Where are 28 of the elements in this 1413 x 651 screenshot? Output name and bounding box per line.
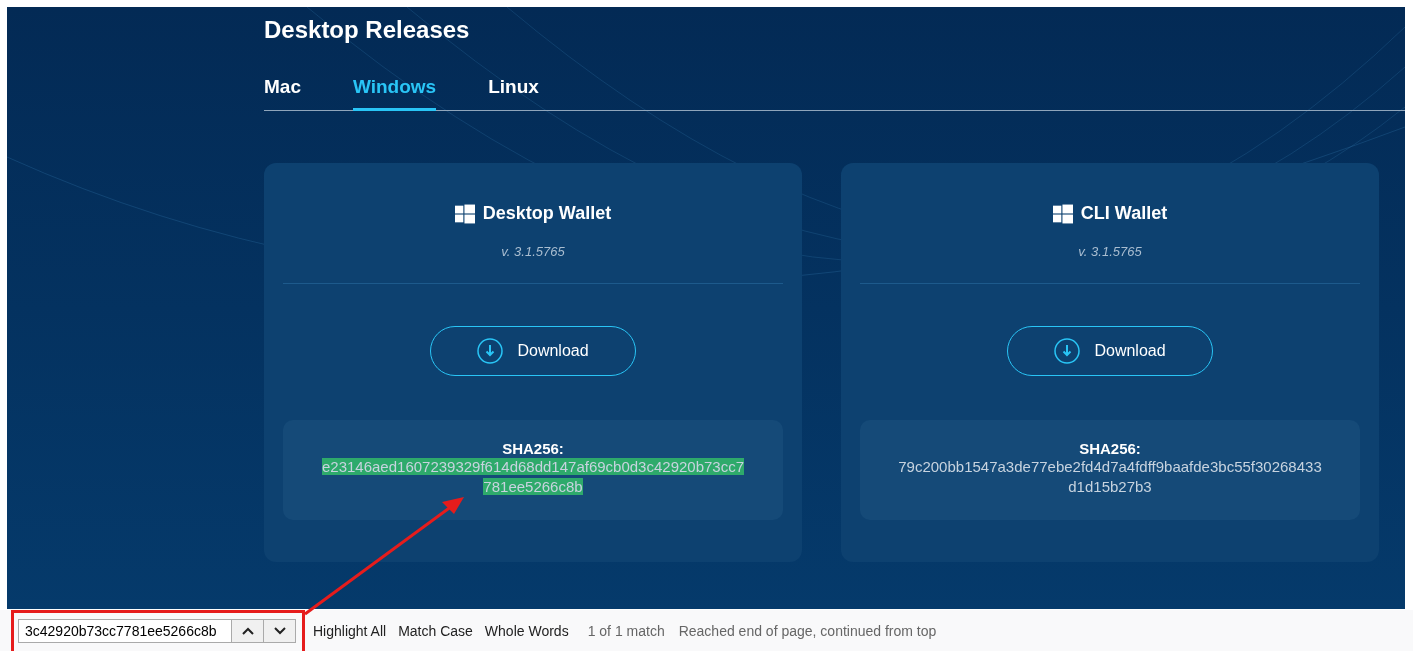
card-title: Desktop Wallet [482,203,612,224]
download-icon [1054,338,1081,364]
find-option[interactable]: Highlight All [308,618,392,643]
find-option[interactable]: Whole Words [479,618,574,643]
page-title: Desktop Releases [264,15,471,45]
windows-logo-icon [1052,203,1073,224]
platform-tab[interactable]: Windows [352,72,437,111]
platform-tab[interactable]: Linux [488,72,539,111]
windows-logo-icon [454,203,475,224]
hash-label: SHA256: [1079,440,1141,457]
next-button[interactable] [264,618,296,643]
download-button[interactable]: Download [1007,326,1213,376]
chevron-up-icon [240,625,255,636]
hash-value: 79c200bb1547a3de77ebe2fd4d7a4fdff9baafde3bc55f30268433d1d15b27b3 [897,457,1323,497]
version-label: v. 3.1.5765 [501,244,565,259]
hash-label: SHA256: [502,440,564,457]
card-title: CLI Wallet [1080,203,1168,224]
previous-button[interactable] [232,618,264,643]
find-status: Reached end of page, continued from top [678,622,937,639]
chevron-down-icon [272,625,287,636]
version-label: v. 3.1.5765 [1078,244,1142,259]
hash-value: e23146aed1607239329f614d68dd147af69cb0d3c42920b73cc7781ee5266c8b [320,457,746,497]
match-count: 1 of 1 match [587,622,665,639]
download-button[interactable]: Download [430,326,636,376]
platform-tab[interactable]: Mac [264,72,301,111]
find-option[interactable]: Match Case [393,618,478,643]
download-icon [477,338,504,364]
find-field[interactable]: 3c42920b73cc7781ee5266c8b [18,618,232,643]
